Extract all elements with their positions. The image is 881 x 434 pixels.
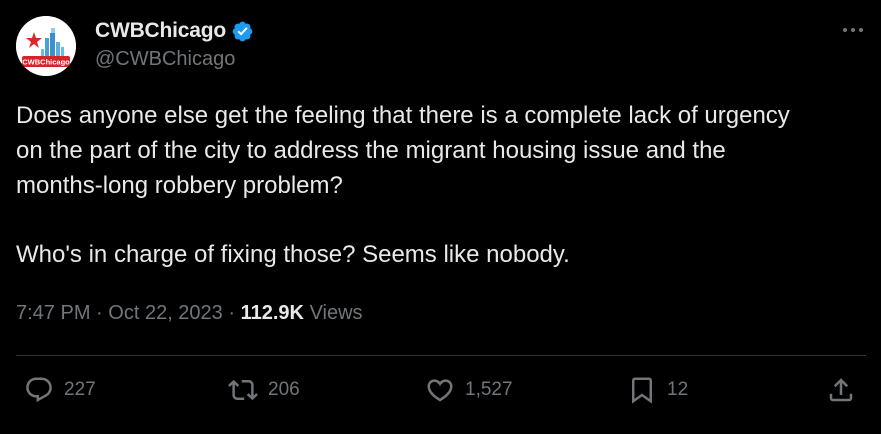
repost-button[interactable]: 206	[228, 373, 300, 407]
bookmark-count: 12	[667, 379, 689, 400]
bookmark-button[interactable]: 12	[627, 373, 688, 407]
tweet-text: Does anyone else get the feeling that th…	[16, 98, 871, 272]
share-icon	[826, 375, 856, 405]
verified-badge-icon	[231, 20, 254, 43]
tweet-time[interactable]: 7:47 PM	[16, 302, 90, 324]
avatar-text: CWBChicago	[22, 58, 70, 67]
reply-button[interactable]: 227	[24, 373, 96, 407]
tweet-text-line: on the part of the city to address the m…	[16, 137, 726, 164]
views-label: Views	[309, 302, 363, 324]
tweet: CWBChicago CWBChicago @CWBChicago Does a…	[0, 0, 881, 434]
tweet-text-line: months-long robbery problem?	[16, 172, 343, 199]
meta-separator: ·	[96, 302, 103, 324]
tweet-date[interactable]: Oct 22, 2023	[108, 302, 223, 324]
divider	[16, 355, 866, 356]
tweet-meta: 7:47 PM · Oct 22, 2023 · 112.9K Views	[16, 302, 363, 325]
tweet-text-line: Does anyone else get the feeling that th…	[16, 102, 790, 129]
handle[interactable]: @CWBChicago	[95, 48, 235, 71]
heart-icon	[425, 375, 455, 405]
repost-count: 206	[268, 379, 300, 400]
display-name[interactable]: CWBChicago	[95, 19, 226, 43]
share-button[interactable]	[826, 373, 856, 407]
views-count: 112.9K	[240, 302, 304, 324]
bookmark-icon	[627, 375, 657, 405]
repost-icon	[228, 375, 258, 405]
avatar[interactable]: CWBChicago	[16, 16, 76, 76]
reply-count: 227	[64, 379, 96, 400]
author-name-row: CWBChicago	[95, 17, 254, 45]
more-options-icon[interactable]	[838, 20, 868, 40]
meta-separator: ·	[228, 302, 236, 324]
tweet-text-line: Who's in charge of fixing those? Seems l…	[16, 241, 570, 268]
like-button[interactable]: 1,527	[425, 373, 513, 407]
reply-icon	[24, 375, 54, 405]
like-count: 1,527	[465, 379, 513, 400]
